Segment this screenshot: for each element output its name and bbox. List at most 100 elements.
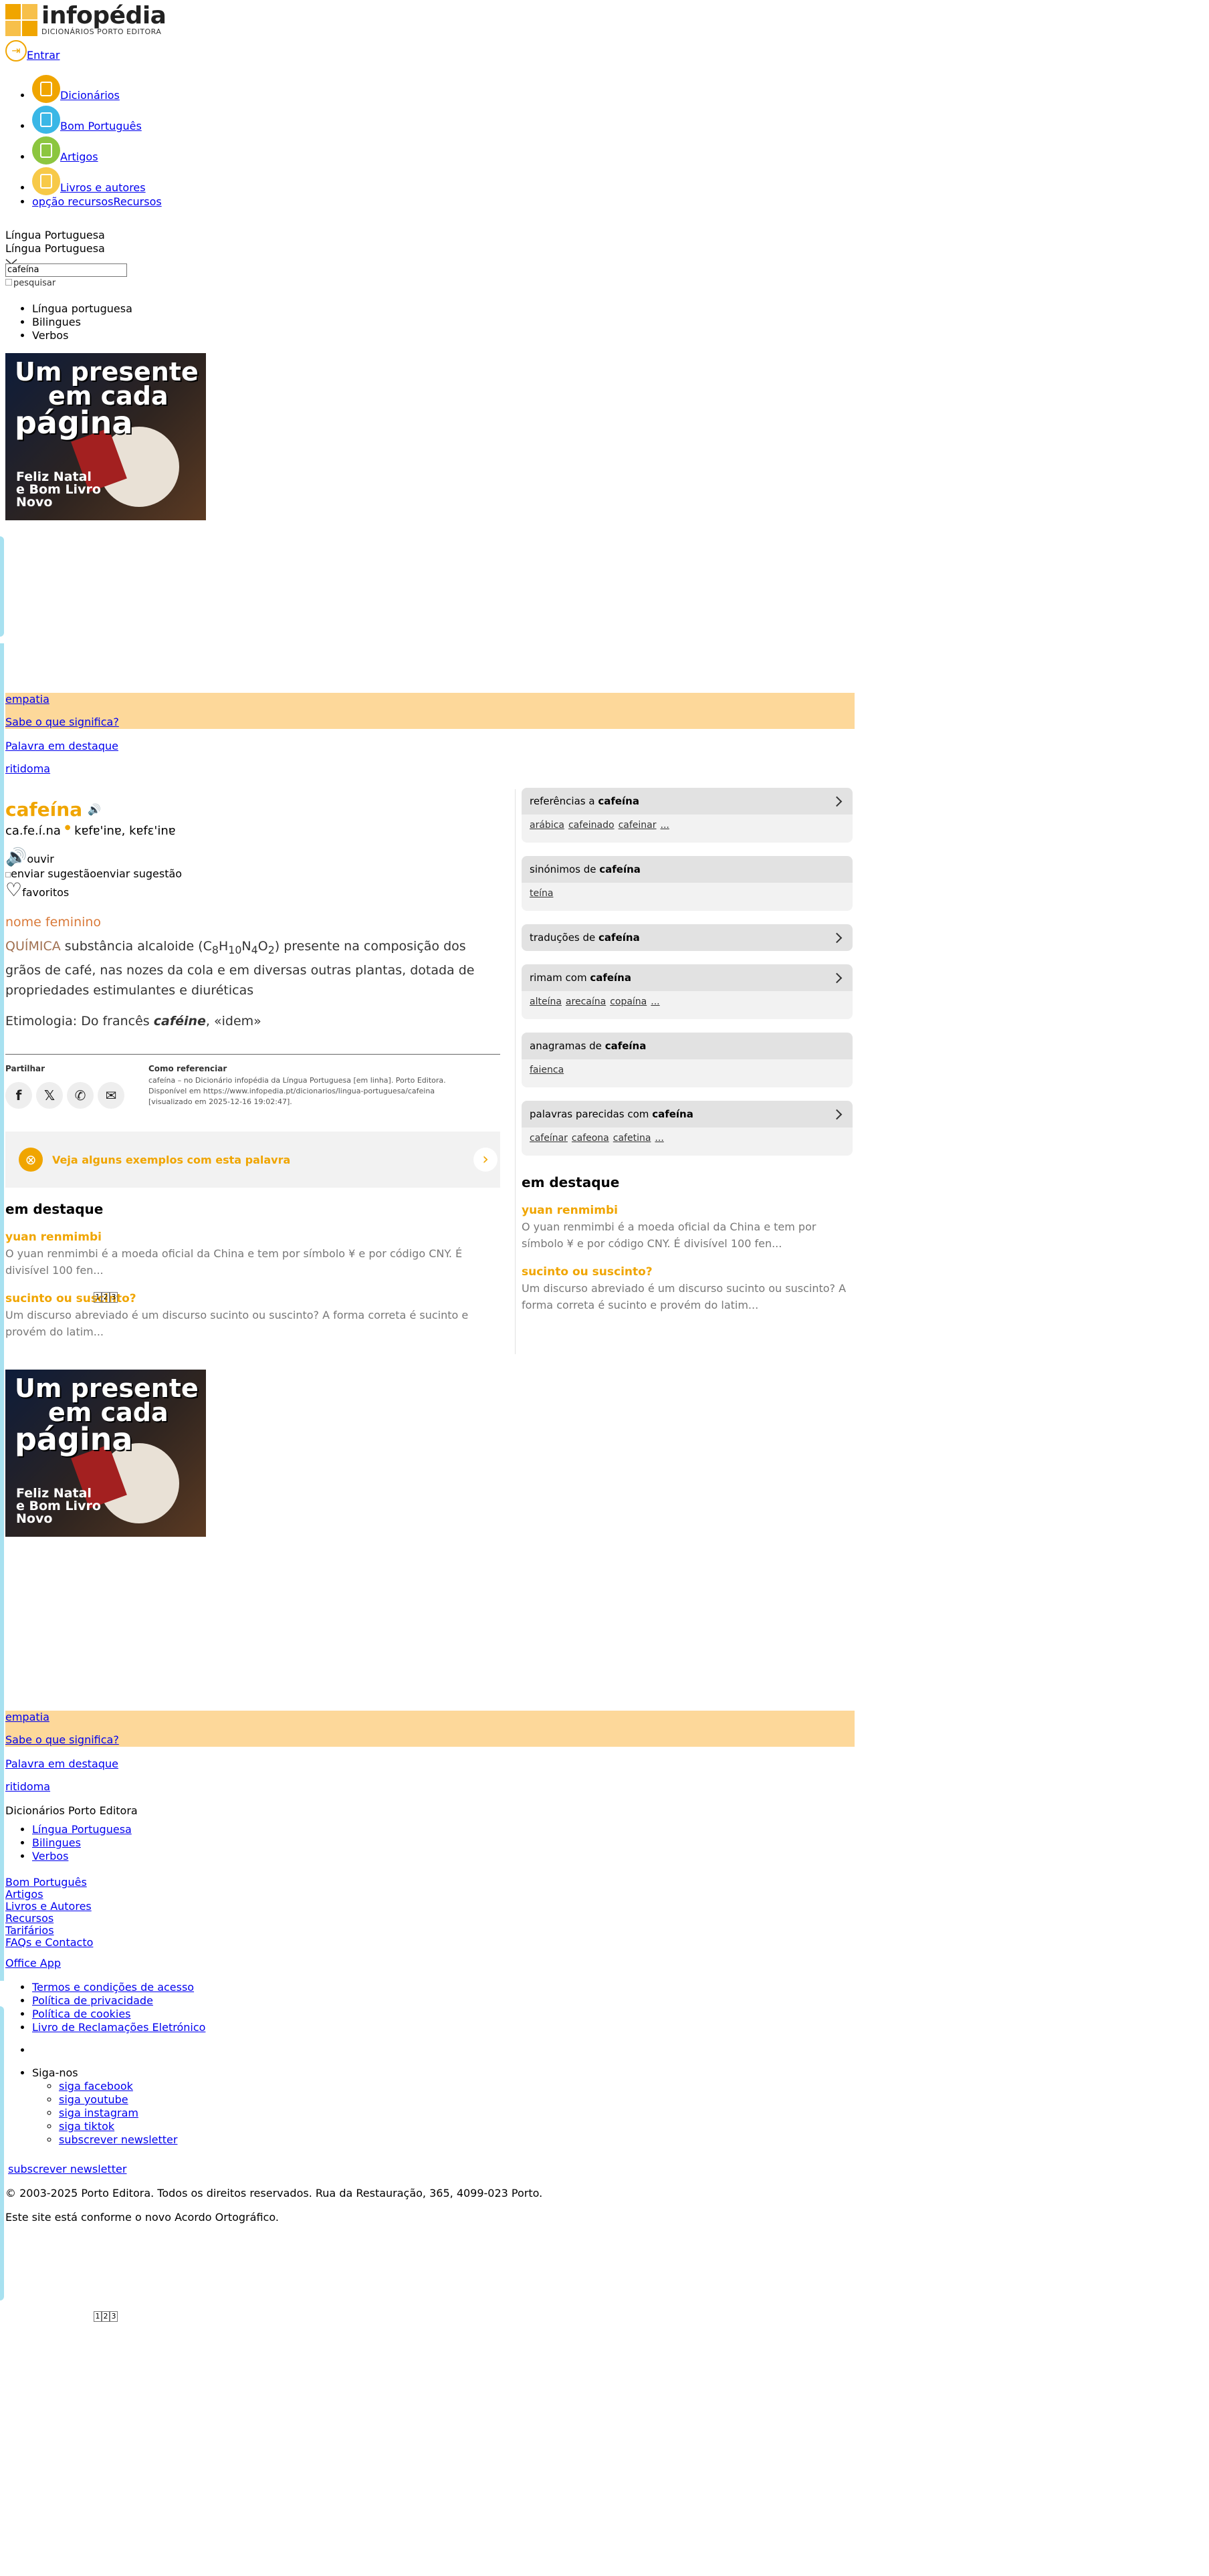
nav-item-livros[interactable]: Livros e autores: [32, 167, 162, 195]
x-icon[interactable]: 𝕏: [36, 1082, 63, 1109]
featured-word-link[interactable]: Palavra em destaque: [5, 1757, 118, 1770]
nav-item-bom-portugues[interactable]: Bom Português: [32, 106, 162, 134]
footer-link[interactable]: FAQs e Contacto: [5, 1936, 93, 1949]
listen-button[interactable]: 🔊ouvir: [5, 849, 182, 866]
search-option[interactable]: Bilingues: [32, 316, 132, 329]
pager-button[interactable]: 1: [94, 1292, 102, 1303]
card-header[interactable]: referências a cafeína: [522, 788, 853, 815]
ritidoma-link[interactable]: ritidoma: [5, 762, 50, 775]
related-word-link[interactable]: arecaína: [566, 996, 606, 1007]
highlight-question-link[interactable]: Sabe o que significa?: [5, 1733, 119, 1746]
ad-banner[interactable]: Um presente em cada página Feliz Natal e…: [5, 1370, 206, 1537]
instagram-icon[interactable]: siga instagram: [59, 2107, 138, 2119]
lang-select-value[interactable]: Língua Portuguesa: [5, 229, 127, 242]
speaker-icon[interactable]: 🔊: [88, 803, 101, 816]
part-of-speech: nome feminino: [5, 915, 102, 930]
footer-link[interactable]: Verbos: [32, 1850, 68, 1862]
nav-link-recursos[interactable]: opção recursosRecursos: [32, 195, 162, 208]
featured-item-text: Um discurso abreviado é um discurso suci…: [522, 1282, 847, 1311]
more-link[interactable]: ...: [655, 1133, 663, 1144]
legal-link[interactable]: Termos e condições de acesso: [32, 1981, 194, 1994]
sidebar-card-sinonimos: sinónimos de cafeína teína: [522, 856, 853, 911]
featured-title: em destaque: [522, 1174, 620, 1190]
definition: QUÍMICA substância alcaloide (C8H10N4O2)…: [5, 939, 475, 998]
examples-bar[interactable]: ⊗ Veja alguns exemplos com esta palavra …: [5, 1132, 500, 1188]
related-word-link[interactable]: cafeinado: [568, 820, 615, 831]
featured-word-link[interactable]: Palavra em destaque: [5, 740, 118, 752]
related-word-link[interactable]: cafeinar: [619, 820, 657, 831]
related-word-link[interactable]: teína: [530, 888, 553, 899]
related-word-link[interactable]: cafetina: [613, 1133, 651, 1144]
related-word-link[interactable]: cafeona: [572, 1133, 609, 1144]
whatsapp-icon[interactable]: ✆: [67, 1082, 94, 1109]
related-word-link[interactable]: cafeínar: [530, 1133, 568, 1144]
nav-item-artigos[interactable]: Artigos: [32, 136, 162, 165]
facebook-icon[interactable]: siga facebook: [59, 2080, 133, 2092]
chevron-down-icon[interactable]: [5, 255, 17, 265]
footer-link[interactable]: Livros e Autores: [5, 1900, 92, 1913]
related-word-link[interactable]: faienca: [530, 1065, 564, 1075]
search-icon[interactable]: pesquisar: [5, 277, 127, 290]
favorites-button[interactable]: ♡favoritos: [5, 881, 182, 899]
chevron-right-icon[interactable]: ›: [473, 1148, 498, 1172]
more-link[interactable]: ...: [651, 996, 659, 1007]
newsletter-link[interactable]: subscrever newsletter: [8, 2163, 126, 2175]
search-input[interactable]: [5, 263, 127, 277]
pager-button[interactable]: 1: [94, 2311, 102, 2322]
card-header[interactable]: traduções de cafeína: [522, 924, 853, 951]
youtube-icon[interactable]: siga youtube: [59, 2093, 128, 2106]
related-word-link[interactable]: arábica: [530, 820, 564, 831]
footer-link[interactable]: Bilingues: [32, 1836, 81, 1849]
newsletter-link[interactable]: subscrever newsletter: [59, 2133, 177, 2146]
pager-button[interactable]: 2: [102, 1292, 110, 1303]
related-word-link[interactable]: alteína: [530, 996, 562, 1007]
site-logo[interactable]: infopédia DICIONÁRIOS PORTO EDITORA: [5, 1, 167, 36]
search-option[interactable]: Língua portuguesa: [32, 302, 132, 316]
pager-button[interactable]: 2: [102, 2311, 110, 2322]
nav-link-bom-portugues[interactable]: Bom Português: [60, 120, 142, 132]
footer-link[interactable]: Recursos: [5, 1912, 53, 1925]
footer-link[interactable]: Bom Português: [5, 1876, 87, 1889]
footer-link[interactable]: Artigos: [5, 1888, 43, 1901]
suggest-icon: enviar sugestão: [11, 867, 97, 880]
nav-link-livros[interactable]: Livros e autores: [60, 181, 146, 194]
email-icon[interactable]: ✉: [98, 1082, 124, 1109]
highlight-word-link[interactable]: empatia: [5, 1711, 49, 1723]
card-header[interactable]: palavras parecidas com cafeína: [522, 1101, 853, 1128]
footer-link[interactable]: Língua Portuguesa: [32, 1823, 132, 1836]
tiktok-icon[interactable]: siga tiktok: [59, 2120, 114, 2133]
featured-item-title[interactable]: yuan renmimbi: [522, 1204, 618, 1217]
legal-link[interactable]: Política de cookies: [32, 2008, 131, 2020]
ritidoma-link[interactable]: ritidoma: [5, 1780, 50, 1793]
side-scroll-bar[interactable]: [0, 643, 4, 1981]
pronunciation: kɐfɐ'inɐ, kɐfɛ'inɐ: [74, 824, 176, 838]
nav-link-dicionarios[interactable]: Dicionários: [60, 89, 120, 102]
legal-link[interactable]: Política de privacidade: [32, 1994, 153, 2007]
login-link[interactable]: Entrar: [27, 49, 60, 62]
card-body: cafeínar cafeona cafetina...: [522, 1128, 853, 1156]
footer-link[interactable]: Tarifários: [5, 1924, 54, 1937]
nav-link-artigos[interactable]: Artigos: [60, 150, 98, 163]
side-tab[interactable]: [0, 536, 4, 637]
featured-item-title[interactable]: sucinto ou suscinto?: [522, 1265, 653, 1279]
cite-text: cafeína – no Dicionário infopédia da Lín…: [148, 1076, 446, 1106]
logo-name: infopédia: [41, 1, 167, 29]
login-link-wrap[interactable]: ⇥ Entrar: [5, 40, 60, 62]
highlight-question-link[interactable]: Sabe o que significa?: [5, 716, 119, 728]
office-app-link[interactable]: Office App: [5, 1957, 61, 1969]
nav-item-dicionarios[interactable]: Dicionários: [32, 75, 162, 103]
related-word-link[interactable]: copaína: [610, 996, 647, 1007]
ad-banner[interactable]: Um presente em cada página Feliz Natal e…: [5, 353, 206, 520]
more-link[interactable]: ...: [661, 820, 669, 831]
suggest-button[interactable]: enviar sugestãoenviar sugestão: [5, 867, 182, 881]
legal-link[interactable]: Livro de Reclamações Eletrónico: [32, 2021, 205, 2034]
nav-item-recursos[interactable]: opção recursosRecursos: [32, 195, 162, 209]
highlight-word-link[interactable]: empatia: [5, 693, 49, 706]
pager-button[interactable]: 3: [110, 1292, 118, 1303]
search-option[interactable]: Verbos: [32, 329, 132, 342]
featured-item-title[interactable]: yuan renmimbi: [5, 1230, 102, 1244]
side-tab[interactable]: [0, 2006, 4, 2300]
pager-button[interactable]: 3: [110, 2311, 118, 2322]
card-header[interactable]: rimam com cafeína: [522, 964, 853, 991]
facebook-icon[interactable]: f: [5, 1082, 32, 1109]
